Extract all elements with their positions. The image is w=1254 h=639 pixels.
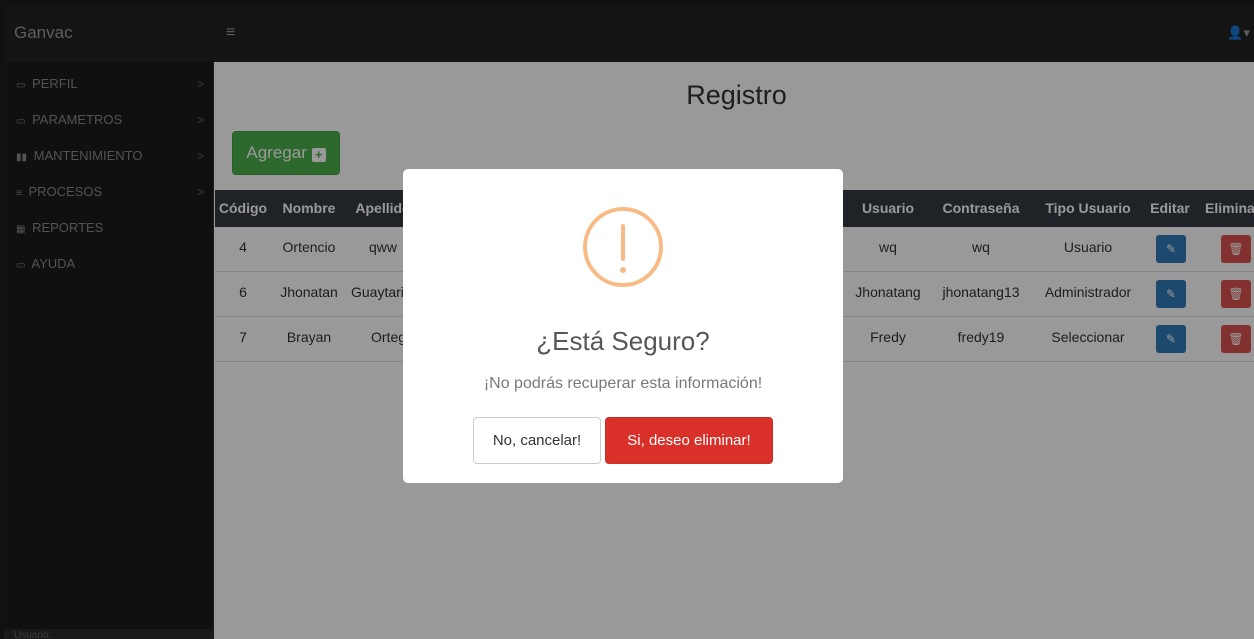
confirm-dialog: ¿Está Seguro? ¡No podrás recuperar esta … [403,169,843,483]
warning-icon [583,207,663,287]
warning-icon-dot [620,267,626,273]
dialog-title: ¿Está Seguro? [536,326,710,356]
warning-icon-bar [621,224,625,261]
cancel-button[interactable]: No, cancelar! [473,417,601,464]
dialog-message: ¡No podrás recuperar esta información! [483,375,763,392]
confirm-delete-button[interactable]: Si, deseo eliminar! [605,417,773,464]
app-frame: Ganvac ≡ 👤▾ ▭ PERFIL > ▭ PARAMETROS > ▮▮… [0,0,1254,639]
